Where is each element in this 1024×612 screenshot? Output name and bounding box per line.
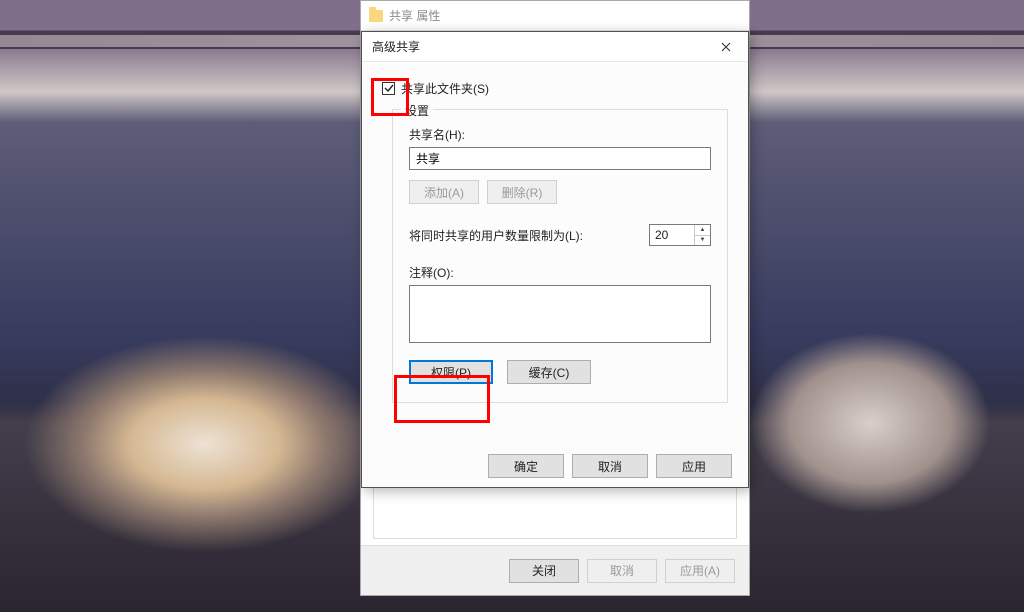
advanced-share-dialog: 高级共享 共享此文件夹(S) 设置 共享名(H): 添加(A) 删除(R) 将同… — [361, 31, 749, 488]
permissions-button[interactable]: 权限(P) — [409, 360, 493, 384]
share-name-label: 共享名(H): — [409, 126, 711, 143]
share-folder-checkbox-row[interactable]: 共享此文件夹(S) — [382, 80, 728, 97]
close-icon[interactable] — [704, 32, 748, 61]
spinner-down-icon[interactable]: ▼ — [695, 236, 710, 246]
properties-title: 共享 属性 — [389, 7, 440, 24]
advanced-share-footer: 确定 取消 应用 — [362, 445, 748, 487]
close-button[interactable]: 关闭 — [509, 559, 579, 583]
cancel-button-adv[interactable]: 取消 — [572, 454, 648, 478]
apply-button-adv[interactable]: 应用 — [656, 454, 732, 478]
settings-groupbox: 设置 共享名(H): 添加(A) 删除(R) 将同时共享的用户数量限制为(L):… — [392, 109, 728, 403]
properties-footer: 关闭 取消 应用(A) — [361, 545, 749, 595]
properties-titlebar: 共享 属性 — [361, 1, 749, 31]
folder-icon — [369, 10, 383, 22]
cancel-button: 取消 — [587, 559, 657, 583]
share-name-input[interactable] — [409, 147, 711, 170]
ok-button[interactable]: 确定 — [488, 454, 564, 478]
spinner-up-icon[interactable]: ▲ — [695, 225, 710, 236]
settings-legend: 设置 — [401, 102, 433, 119]
remove-button: 删除(R) — [487, 180, 557, 204]
comment-textarea[interactable] — [409, 285, 711, 343]
comment-label: 注释(O): — [409, 264, 711, 281]
advanced-share-titlebar[interactable]: 高级共享 — [362, 32, 748, 62]
user-limit-label: 将同时共享的用户数量限制为(L): — [409, 227, 583, 244]
share-folder-label: 共享此文件夹(S) — [401, 80, 489, 97]
apply-button: 应用(A) — [665, 559, 735, 583]
cache-button[interactable]: 缓存(C) — [507, 360, 591, 384]
user-limit-spinner[interactable]: 20 ▲ ▼ — [649, 224, 711, 246]
user-limit-value[interactable]: 20 — [650, 225, 694, 245]
add-button: 添加(A) — [409, 180, 479, 204]
advanced-share-title: 高级共享 — [372, 38, 420, 55]
share-folder-checkbox[interactable] — [382, 82, 395, 95]
